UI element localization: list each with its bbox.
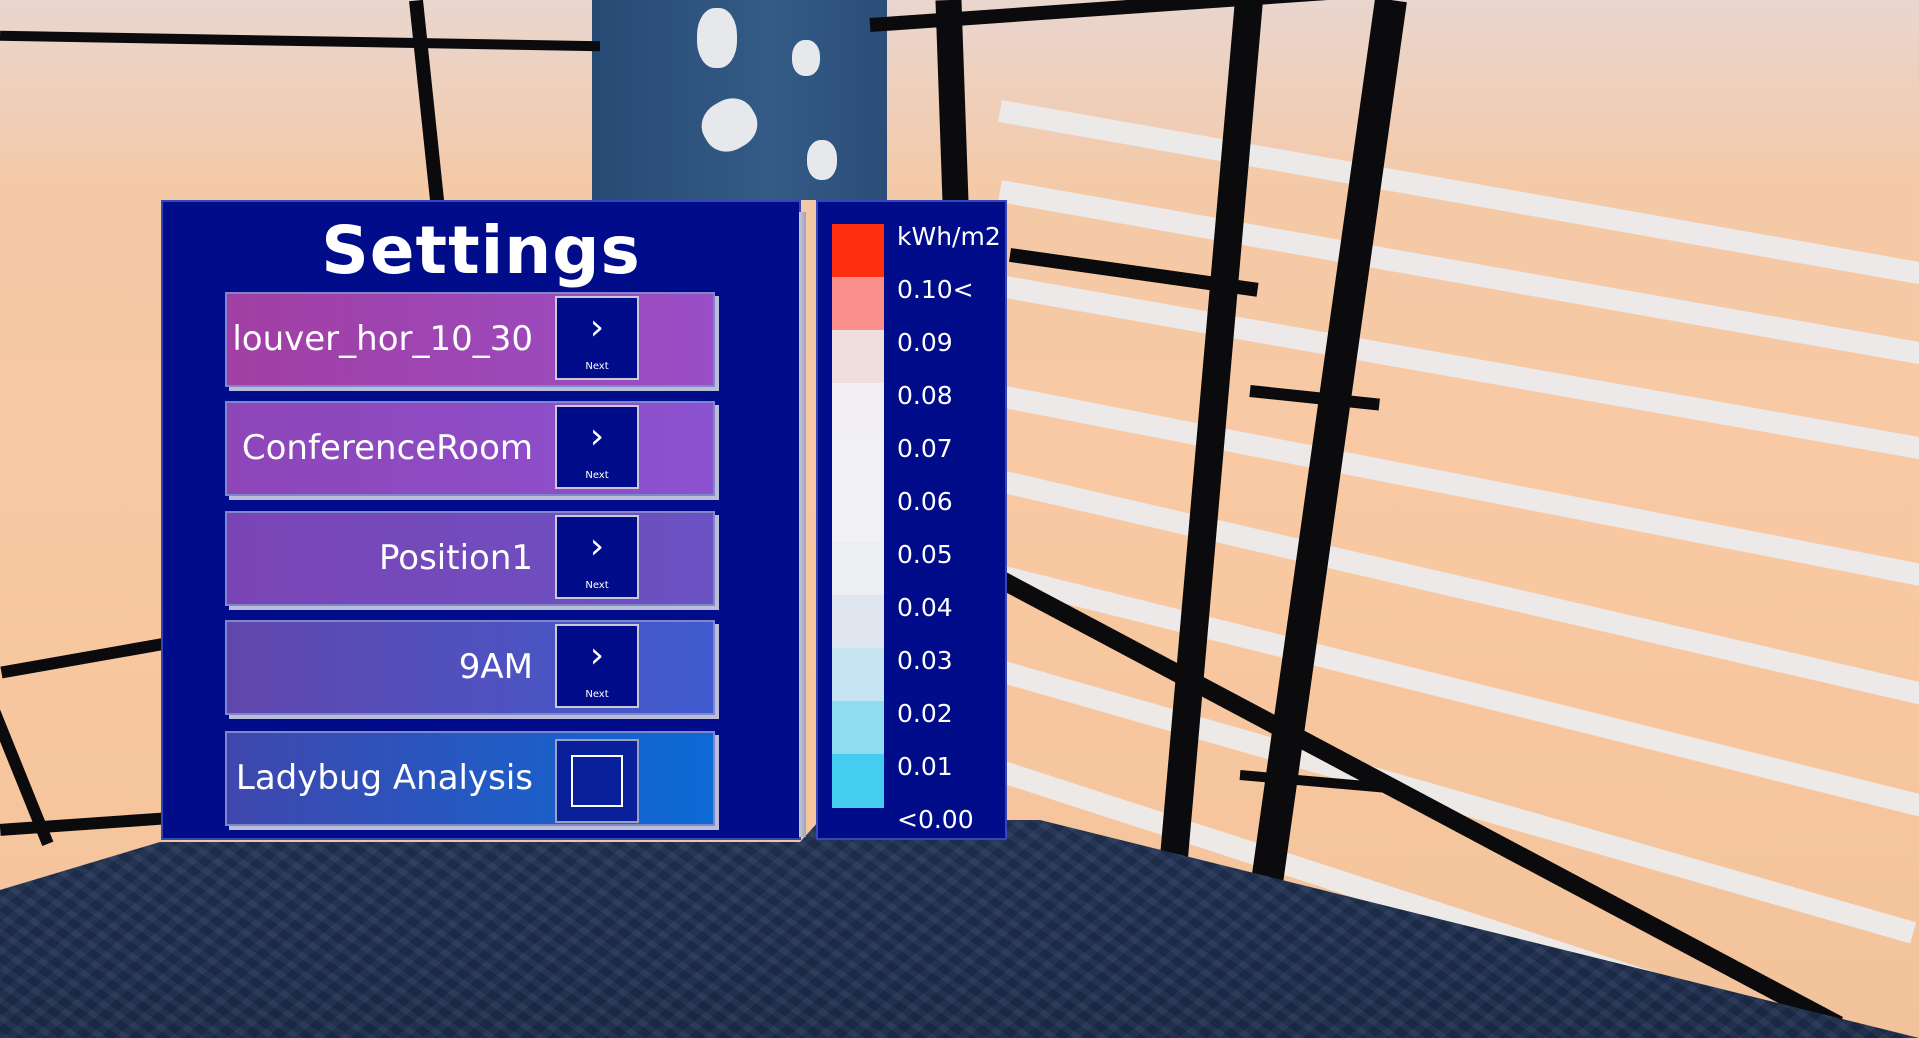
legend-swatch xyxy=(832,330,884,383)
legend-swatch xyxy=(832,436,884,489)
legend-label: 0.08 xyxy=(897,381,953,410)
ladybug-analysis-toggle[interactable] xyxy=(555,739,639,823)
legend-label: 0.06 xyxy=(897,487,953,516)
next-button-label: Next xyxy=(585,361,609,372)
legend-panel: kWh/m2 0.10< 0.09 0.08 0.07 0.06 0.05 0.… xyxy=(816,200,1007,840)
setting-row-position: Position1 › Next xyxy=(225,511,715,606)
next-button-label: Next xyxy=(585,470,609,481)
legend-label: 0.03 xyxy=(897,646,953,675)
legend-label: 0.09 xyxy=(897,328,953,357)
pillar xyxy=(592,0,887,200)
setting-row-model: louver_hor_10_30 › Next xyxy=(225,292,715,387)
settings-title: Settings xyxy=(321,212,641,289)
setting-row-label: Position1 xyxy=(378,538,533,578)
legend-swatch xyxy=(832,595,884,648)
setting-row-room: ConferenceRoom › Next xyxy=(225,401,715,496)
legend-label: 0.07 xyxy=(897,434,953,463)
legend-swatch xyxy=(832,542,884,595)
settings-panel-edge xyxy=(799,212,806,837)
chevron-right-icon: › xyxy=(589,307,605,348)
setting-row-label: ConferenceRoom xyxy=(241,428,533,468)
next-button-label: Next xyxy=(585,580,609,591)
legend-swatch xyxy=(832,754,884,808)
legend-label: 0.10< xyxy=(897,275,974,304)
legend-swatch xyxy=(832,489,884,542)
setting-row-label: 9AM xyxy=(458,647,533,687)
checkbox-icon xyxy=(571,755,623,807)
next-button[interactable]: › Next xyxy=(555,405,639,489)
next-button-label: Next xyxy=(585,689,609,700)
legend-label: 0.02 xyxy=(897,699,953,728)
legend-swatch xyxy=(832,383,884,436)
next-button[interactable]: › Next xyxy=(555,296,639,380)
settings-panel: Settings louver_hor_10_30 › Next Confere… xyxy=(161,200,801,840)
chevron-right-icon: › xyxy=(589,526,605,567)
setting-row-label: louver_hor_10_30 xyxy=(232,319,533,359)
legend-swatch xyxy=(832,648,884,701)
legend-label: <0.00 xyxy=(897,805,974,834)
legend-label: 0.01 xyxy=(897,752,953,781)
legend-swatch xyxy=(832,277,884,330)
legend-label: 0.04 xyxy=(897,593,953,622)
setting-row-time: 9AM › Next xyxy=(225,620,715,715)
next-button[interactable]: › Next xyxy=(555,624,639,708)
legend-label: 0.05 xyxy=(897,540,953,569)
setting-row-analysis: Ladybug Analysis xyxy=(225,731,715,826)
legend-swatch xyxy=(832,224,884,277)
legend-unit: kWh/m2 xyxy=(897,222,1001,251)
next-button[interactable]: › Next xyxy=(555,515,639,599)
chevron-right-icon: › xyxy=(589,416,605,457)
setting-row-label: Ladybug Analysis xyxy=(235,758,533,798)
legend-swatch xyxy=(832,701,884,754)
chevron-right-icon: › xyxy=(589,635,605,676)
